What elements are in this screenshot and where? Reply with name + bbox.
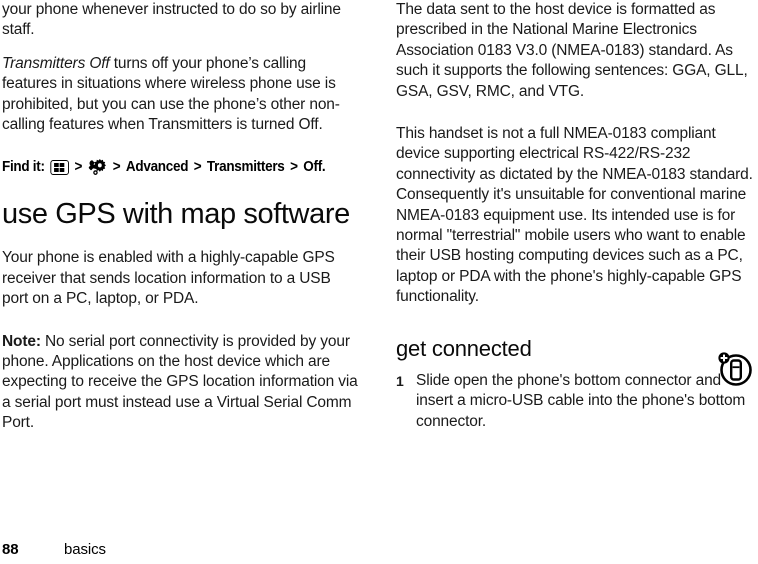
left-column: your phone whenever instructed to do so … [2, 0, 360, 447]
paragraph-gps-receiver: Your phone is enabled with a highly-capa… [2, 249, 335, 308]
find-it-step-advanced: Advanced [125, 159, 189, 176]
section-title-get-connected: get connected [396, 335, 532, 361]
main-menu-icon [50, 159, 69, 175]
paragraph-nmea-format: The data sent to the host device is form… [396, 1, 748, 100]
find-it-separator-1: > [74, 159, 83, 176]
phone-connect-icon [716, 349, 754, 387]
transmitters-off-term: Transmitters Off [2, 54, 110, 72]
paragraph-nmea-compliance: This handset is not a full NMEA-0183 com… [396, 125, 753, 306]
right-column: The data sent to the host device is form… [396, 0, 754, 432]
note-label: Note: [2, 332, 41, 350]
find-it-label: Find it: [2, 159, 45, 176]
page-footer: 88 basics [2, 541, 106, 558]
find-it-separator-2: > [112, 159, 121, 176]
get-connected-block: get connected 1 Slide open the phone's b… [396, 335, 754, 432]
page-title-use-gps: use GPS with map software [2, 198, 350, 231]
find-it-separator-4: > [290, 159, 298, 176]
manual-page: your phone whenever instructed to do so … [0, 0, 758, 564]
paragraph-transmitters-off: Transmitters Off turns off your phone’s … [2, 54, 360, 136]
paragraph-airline-staff: your phone whenever instructed to do so … [2, 1, 341, 39]
page-number: 88 [2, 541, 19, 558]
step-number: 1 [396, 372, 404, 389]
note-text: No serial port connectivity is provided … [2, 332, 358, 432]
find-it-path: Find it: > > Advanced > Transmitters > O… [2, 157, 335, 177]
paragraph-note: Note: No serial port connectivity is pro… [2, 332, 360, 434]
page-section-name: basics [64, 541, 106, 558]
find-it-step-off: Off. [303, 159, 326, 176]
step-text: Slide open the phone's bottom connector … [416, 371, 746, 430]
find-it-step-transmitters: Transmitters [206, 159, 285, 176]
list-item: 1 Slide open the phone's bottom connecto… [396, 371, 754, 432]
settings-wrench-gear-icon [88, 158, 108, 177]
find-it-separator-3: > [193, 159, 202, 176]
